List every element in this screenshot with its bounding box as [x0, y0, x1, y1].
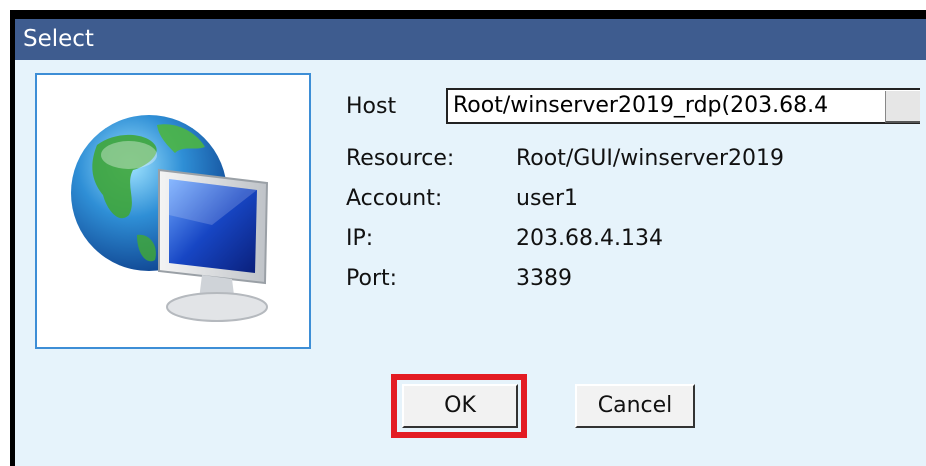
port-value: 3389: [516, 266, 572, 291]
host-select[interactable]: Root/winserver2019_rdp(203.68.4: [446, 88, 926, 124]
host-select-value: Root/winserver2019_rdp(203.68.4: [453, 93, 829, 118]
host-dropdown-button[interactable]: [885, 91, 920, 123]
resource-value: Root/GUI/winserver2019: [516, 146, 784, 171]
ip-value: 203.68.4.134: [516, 226, 663, 251]
host-label: Host: [346, 94, 397, 119]
image-frame: [35, 73, 311, 349]
port-label: Port:: [346, 266, 398, 291]
ok-button-highlight: [391, 374, 527, 438]
ip-label: IP:: [346, 226, 374, 251]
host-field-edge: [920, 88, 926, 124]
globe-monitor-icon: [71, 115, 269, 322]
cancel-button[interactable]: Cancel: [575, 384, 695, 428]
select-dialog: Select Host Root/winserver2019_rdp(203.6…: [10, 10, 926, 466]
title-bar[interactable]: Select: [15, 19, 926, 60]
window-title: Select: [23, 26, 94, 52]
dialog-body: Host Root/winserver2019_rdp(203.68.4 Res…: [15, 60, 926, 466]
account-label: Account:: [346, 186, 443, 211]
account-value: user1: [516, 186, 578, 211]
resource-label: Resource:: [346, 146, 455, 171]
